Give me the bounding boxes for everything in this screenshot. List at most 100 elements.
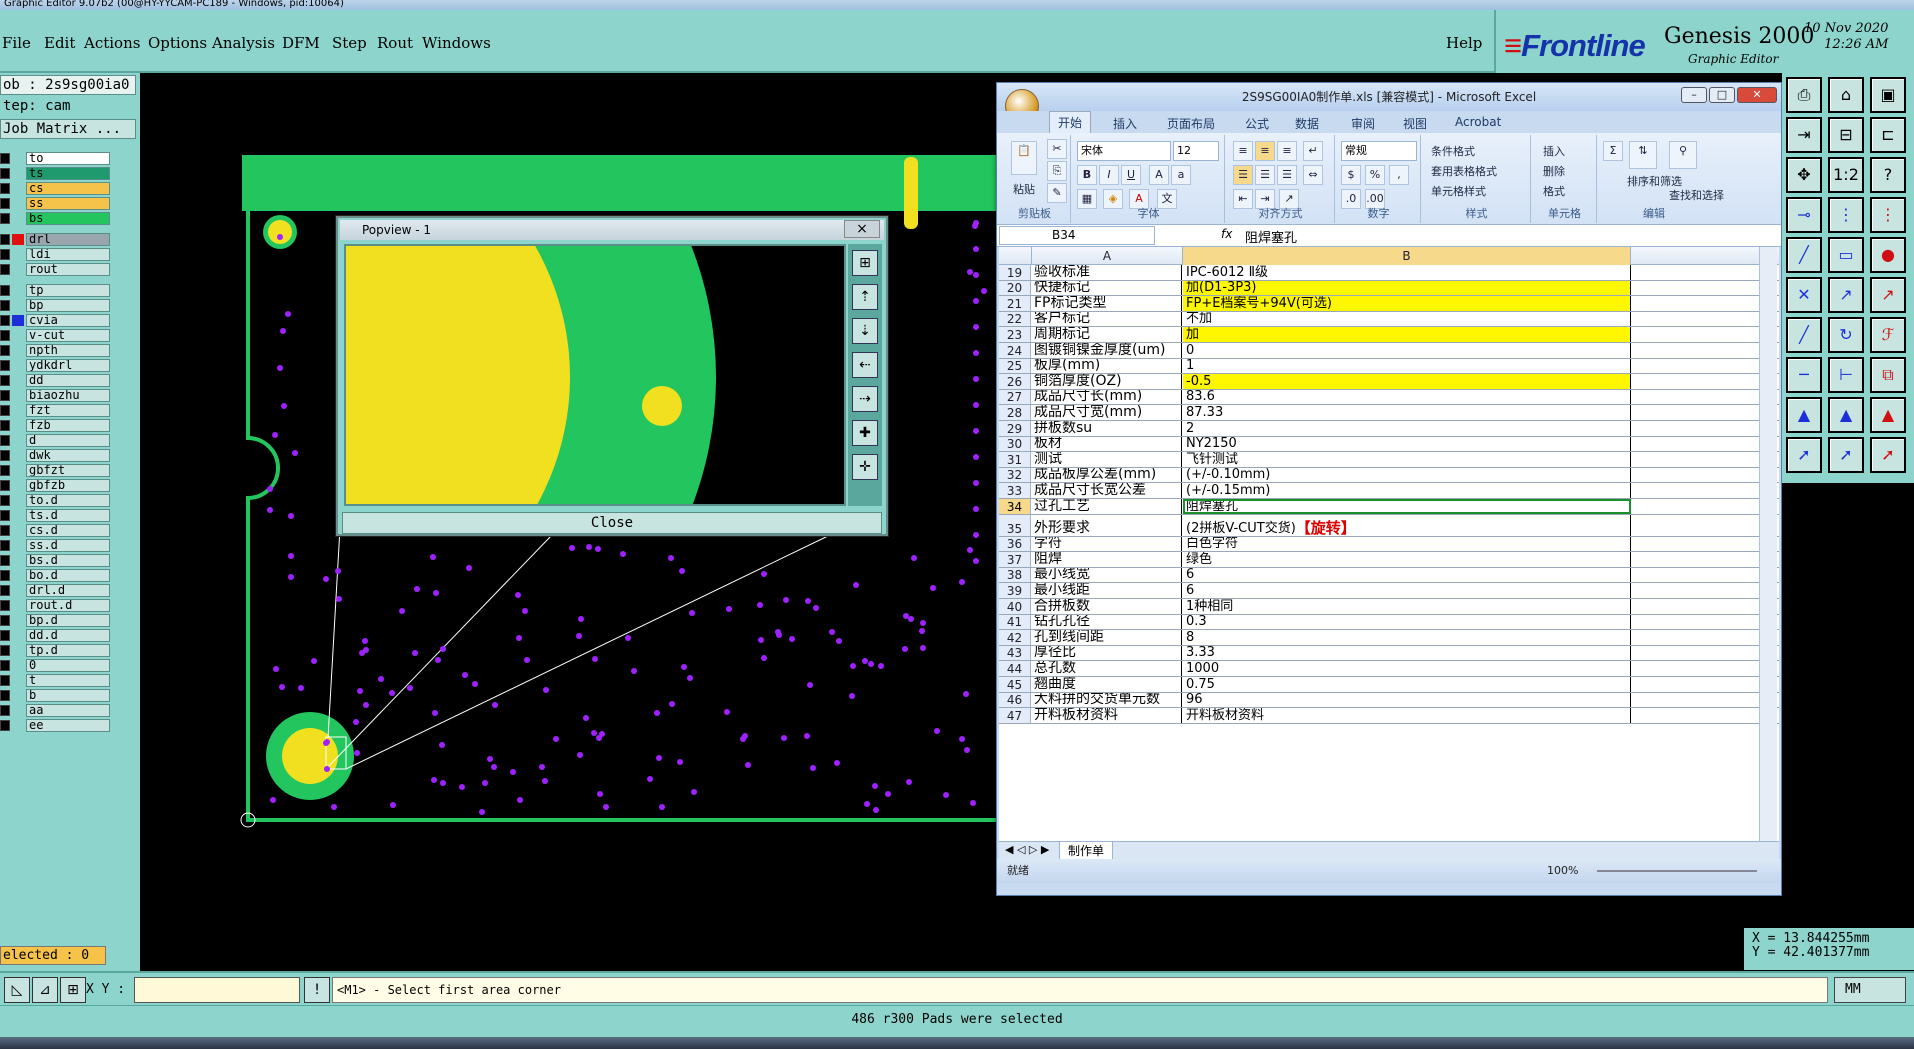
cell-a[interactable]: 图镀铜镍金厚度(um) <box>1032 343 1182 358</box>
cell-a[interactable]: 成品板厚公差(mm) <box>1032 467 1182 483</box>
row-number[interactable]: 38 <box>999 567 1031 583</box>
slash-icon[interactable]: ╱ <box>1786 317 1822 353</box>
tab-review[interactable]: 审阅 <box>1351 115 1375 132</box>
layer-row[interactable]: drl.d <box>0 583 112 598</box>
snap-icon[interactable]: ◺ <box>4 977 30 1003</box>
menu-windows[interactable]: Windows <box>422 34 491 52</box>
menu-dfm[interactable]: DFM <box>282 34 320 52</box>
arc-alt-icon[interactable]: ↗ <box>1870 277 1906 313</box>
layer-row[interactable]: gbfzt <box>0 463 112 478</box>
row-number[interactable]: 47 <box>999 708 1031 723</box>
font-size-select[interactable]: 12 <box>1173 141 1219 161</box>
layer-checkbox[interactable] <box>0 465 10 476</box>
layer-row[interactable]: ss <box>0 196 112 211</box>
layer-row[interactable]: fzb <box>0 418 112 433</box>
minimize-icon[interactable]: – <box>1681 87 1707 103</box>
cell-b[interactable]: -0.5 <box>1183 374 1631 389</box>
layer-checkbox[interactable] <box>0 234 10 245</box>
cell-b[interactable]: (+/-0.15mm) <box>1183 483 1631 498</box>
row-number[interactable]: 23 <box>999 327 1031 342</box>
name-box[interactable]: B34 <box>999 226 1155 245</box>
layer-row[interactable]: biaozhu <box>0 388 112 403</box>
cell-b[interactable]: FP+E档案号+94V(可选) <box>1183 296 1631 311</box>
bold-icon[interactable]: B <box>1077 165 1097 185</box>
row-number[interactable]: 46 <box>999 692 1031 708</box>
cell-a[interactable]: 过孔工艺 <box>1032 499 1182 514</box>
layer-checkbox[interactable] <box>0 198 10 209</box>
layer-checkbox[interactable] <box>0 615 10 626</box>
layer-checkbox[interactable] <box>0 360 10 371</box>
arc-icon[interactable]: ↗ <box>1828 277 1864 313</box>
sheet-tab[interactable]: 制作单 <box>1059 842 1114 860</box>
close-icon[interactable]: ✕ <box>1737 87 1777 103</box>
menu-options[interactable]: Options <box>148 34 207 52</box>
tab-page-layout[interactable]: 页面布局 <box>1167 115 1215 132</box>
save-icon[interactable]: ⎙ <box>1786 77 1822 113</box>
cell-a[interactable]: 快捷标记 <box>1032 280 1182 296</box>
pan-up-icon[interactable]: ⇡ <box>852 284 878 310</box>
pan-left-icon[interactable]: ⇠ <box>852 352 878 378</box>
layer-checkbox[interactable] <box>0 420 10 431</box>
tab-insert[interactable]: 插入 <box>1113 115 1137 132</box>
row-number[interactable]: 42 <box>999 630 1031 645</box>
layer-row[interactable]: t <box>0 673 112 688</box>
layer-row[interactable]: ss.d <box>0 538 112 553</box>
cell-a[interactable]: 成品尺寸宽(mm) <box>1032 405 1182 420</box>
function-icon[interactable]: fx <box>1221 227 1232 241</box>
spreadsheet-grid[interactable]: A B 19 验收标准 IPC-6012 Ⅱ级 20 快捷标记 加(D1-3P3) 21 FP… <box>999 247 1779 841</box>
layer-row[interactable]: fzt <box>0 403 112 418</box>
conditional-format-button[interactable]: 条件格式 <box>1431 143 1475 159</box>
tab-view[interactable]: 视图 <box>1403 115 1427 132</box>
cell-a[interactable]: 大料拼的交货单元数 <box>1032 692 1182 708</box>
row-number[interactable]: 27 <box>999 389 1031 405</box>
comma-icon[interactable]: , <box>1389 165 1409 185</box>
pointer-alt-icon[interactable]: ➚ <box>1828 437 1864 473</box>
cell-b[interactable]: 87.33 <box>1183 405 1631 420</box>
layer-row[interactable]: cs.d <box>0 523 112 538</box>
layer-row[interactable]: tp <box>0 283 112 298</box>
cell-a[interactable]: 孔到线间距 <box>1032 630 1182 645</box>
cell-a[interactable]: 铜箔厚度(OZ) <box>1032 374 1182 389</box>
wrap-text-icon[interactable]: ↵ <box>1303 141 1323 161</box>
layer-row[interactable]: cs <box>0 181 112 196</box>
menu-file[interactable]: File <box>2 34 31 52</box>
layer-checkbox[interactable] <box>0 645 10 656</box>
column-header-b[interactable]: B <box>1183 247 1631 265</box>
layer-row[interactable]: to <box>0 151 112 166</box>
layer-row[interactable]: ts.d <box>0 508 112 523</box>
column-header-a[interactable]: A <box>1032 247 1183 265</box>
layer-row[interactable]: ldi <box>0 247 112 262</box>
cell-a[interactable]: 成品尺寸长(mm) <box>1032 389 1182 405</box>
layer-checkbox[interactable] <box>0 315 10 326</box>
cell-b[interactable]: 3.33 <box>1183 645 1631 661</box>
layer-checkbox[interactable] <box>0 264 10 275</box>
layer-checkbox[interactable] <box>0 525 10 536</box>
zoom-out-icon[interactable]: ✛ <box>852 454 878 480</box>
row-number[interactable]: 33 <box>999 483 1031 498</box>
cross-icon[interactable]: ✕ <box>1786 277 1822 313</box>
underline-icon[interactable]: U <box>1121 165 1141 185</box>
format-painter-icon[interactable]: ✎ <box>1047 183 1067 203</box>
cell-b[interactable]: 加 <box>1183 327 1631 342</box>
layer-row[interactable]: 0 <box>0 658 112 673</box>
layer-checkbox[interactable] <box>0 345 10 356</box>
percent-icon[interactable]: % <box>1365 165 1385 185</box>
triangle-alt-icon[interactable]: ▲ <box>1828 397 1864 433</box>
layer-row[interactable]: dd <box>0 373 112 388</box>
layer-row[interactable]: drl <box>0 232 112 247</box>
menu-step[interactable]: Step <box>332 34 367 52</box>
step-icon[interactable]: ⊏ <box>1870 117 1906 153</box>
layer-checkbox[interactable] <box>0 153 10 164</box>
cell-a[interactable]: 最小线距 <box>1032 583 1182 598</box>
layer-row[interactable]: ts <box>0 166 112 181</box>
row-number[interactable]: 31 <box>999 452 1031 467</box>
cell-styles-button[interactable]: 单元格样式 <box>1431 183 1486 199</box>
tab-formulas[interactable]: 公式 <box>1245 115 1269 132</box>
row-number[interactable]: 21 <box>999 296 1031 311</box>
select-icon[interactable]: ➚ <box>1870 437 1906 473</box>
dash-icon[interactable]: ▭ <box>1828 237 1864 273</box>
layer-checkbox[interactable] <box>0 183 10 194</box>
cell-a[interactable]: 最小线宽 <box>1032 567 1182 583</box>
pad-icon[interactable]: ⊸ <box>1786 197 1822 233</box>
select-all-corner[interactable] <box>999 247 1032 265</box>
